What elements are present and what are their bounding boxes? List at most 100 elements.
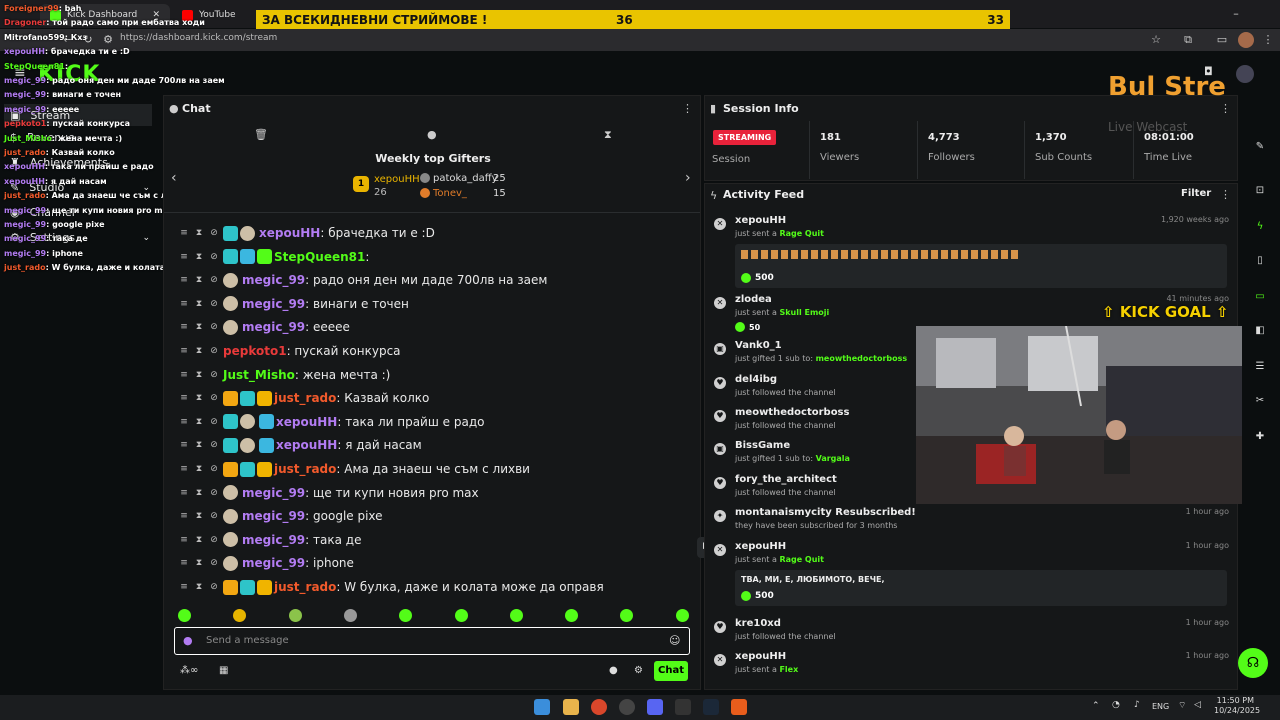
chat-message-row[interactable]: ≡ ⧗ ⊘ megic_99: винаги е точен: [178, 293, 409, 315]
site-settings-icon[interactable]: ⚙: [100, 32, 116, 48]
lightning-icon[interactable]: ϟ: [1251, 218, 1269, 236]
profile-avatar-icon[interactable]: [1238, 32, 1254, 48]
timeout-icon[interactable]: ⧗: [193, 322, 205, 332]
pin-icon[interactable]: ≡: [178, 417, 190, 427]
emote-icon[interactable]: [178, 609, 191, 622]
emote-icon[interactable]: [675, 609, 689, 622]
tray-chevron-icon[interactable]: ⌃: [1092, 701, 1100, 711]
timeout-icon[interactable]: ⧗: [193, 299, 205, 309]
pin-icon[interactable]: ≡: [178, 558, 190, 568]
ban-icon[interactable]: ⊘: [208, 582, 220, 592]
chat-username[interactable]: megic_99: [242, 297, 305, 311]
chat-message-row[interactable]: ≡ ⧗ ⊘ megic_99: радо оня ден ми даде 700лв …: [178, 269, 547, 291]
chat-message-row[interactable]: ≡ ⧗ ⊘ megic_99: eeeee: [178, 316, 350, 338]
file-explorer-icon[interactable]: [563, 699, 579, 715]
chat-username[interactable]: xepouHH: [259, 226, 320, 240]
pin-icon[interactable]: ≡: [178, 346, 190, 356]
timeout-icon[interactable]: ⧗: [193, 535, 205, 545]
chat-username[interactable]: pepkoto1: [223, 344, 287, 358]
chat-username[interactable]: megic_99: [242, 486, 305, 500]
chat-username[interactable]: xepouHH: [276, 415, 337, 429]
ban-icon[interactable]: ⊘: [208, 417, 220, 427]
timeout-icon[interactable]: ⧗: [193, 488, 205, 498]
emoji-picker-icon[interactable]: ☺: [669, 634, 680, 647]
ban-icon[interactable]: ⊘: [208, 535, 220, 545]
activity-username[interactable]: zlodea: [735, 294, 772, 305]
pin-icon[interactable]: ≡: [178, 370, 190, 380]
chat-message-row[interactable]: ≡ ⧗ ⊘ just_rado: Ама да знаеш че съм с лихв…: [178, 458, 530, 480]
pin-icon[interactable]: ≡: [178, 228, 190, 238]
chat-username[interactable]: megic_99: [242, 273, 305, 287]
ban-icon[interactable]: ⊘: [208, 511, 220, 521]
emote-icon[interactable]: [454, 609, 468, 622]
volume-icon[interactable]: ◁: [1194, 700, 1201, 710]
timeout-icon[interactable]: ⧗: [193, 275, 205, 285]
activity-username[interactable]: kre10xd: [735, 618, 781, 629]
feed-menu-icon[interactable]: ⋮: [1220, 188, 1231, 201]
ban-icon[interactable]: ⊘: [208, 488, 220, 498]
document-icon[interactable]: ▯: [1251, 252, 1269, 270]
tools-icon[interactable]: ✂: [1251, 392, 1269, 410]
pin-icon[interactable]: ≡: [178, 464, 190, 474]
clock-time[interactable]: 11:50 PM: [1214, 696, 1254, 705]
user-avatar[interactable]: [1236, 65, 1254, 83]
pin-icon[interactable]: ≡: [178, 440, 190, 450]
pin-icon[interactable]: ≡: [178, 488, 190, 498]
chat-username[interactable]: xepouHH: [276, 438, 337, 452]
chat-username[interactable]: just_rado: [274, 391, 336, 405]
pin-icon[interactable]: ≡: [178, 275, 190, 285]
pin-icon[interactable]: ≡: [178, 535, 190, 545]
pin-icon[interactable]: ≡: [178, 252, 190, 262]
chat-icon[interactable]: ▭: [1251, 288, 1269, 306]
chat-username[interactable]: megic_99: [242, 509, 305, 523]
chat-message-row[interactable]: ≡ ⧗ ⊘ just_rado: Казвай колко: [178, 387, 429, 409]
chat-message-row[interactable]: ≡ ⧗ ⊘ just_rado: W булка, даже и колата мож…: [178, 576, 604, 598]
ban-icon[interactable]: ⊘: [208, 370, 220, 380]
kicks-icon[interactable]: ⁂∞: [180, 665, 198, 676]
chevron-right-icon[interactable]: ›: [685, 170, 691, 186]
chat-username[interactable]: just_rado: [274, 580, 336, 594]
ban-icon[interactable]: ⊘: [208, 322, 220, 332]
activity-username[interactable]: xepouHH: [735, 215, 786, 226]
emote-icon[interactable]: [509, 609, 523, 622]
discord-icon[interactable]: [647, 699, 663, 715]
chat-username[interactable]: megic_99: [242, 556, 305, 570]
chrome-icon[interactable]: [591, 699, 607, 715]
activity-username[interactable]: fory_the_architect: [735, 474, 837, 485]
activity-username[interactable]: del4ibg: [735, 374, 777, 385]
language-indicator[interactable]: ENG: [1152, 702, 1169, 711]
gear-icon[interactable]: ⚙: [634, 665, 643, 676]
filter-button[interactable]: Filter: [1181, 188, 1211, 199]
microphone-icon[interactable]: ●: [183, 634, 193, 647]
activity-username[interactable]: montanaismycity Resubscribed!: [735, 507, 916, 518]
chat-message-row[interactable]: ≡ ⧗ ⊘ megic_99: ще ти купи новия pro max: [178, 482, 479, 504]
wifi-icon[interactable]: ⌔: [1178, 700, 1186, 711]
chat-message-row[interactable]: ≡ ⧗ ⊘ Just_Misho: жена мечта :): [178, 364, 390, 386]
url-field[interactable]: https://dashboard.kick.com/stream: [120, 33, 277, 43]
pin-icon[interactable]: ≡: [178, 393, 190, 403]
chat-message-row[interactable]: ≡ ⧗ ⊘ megic_99: google pixe: [178, 505, 383, 527]
ban-icon[interactable]: ⊘: [208, 393, 220, 403]
browser-menu-icon[interactable]: ⋮: [1260, 32, 1276, 48]
chevron-left-icon[interactable]: ‹: [171, 170, 177, 186]
activity-username[interactable]: BissGame: [735, 440, 790, 451]
chat-username[interactable]: StepQueen81: [274, 250, 365, 264]
slow-mode-icon[interactable]: ⧗: [604, 128, 612, 142]
chat-username[interactable]: megic_99: [242, 320, 305, 334]
chat-input[interactable]: ● Send a message ☺: [174, 627, 690, 655]
ban-icon[interactable]: ⊘: [208, 558, 220, 568]
extensions-icon[interactable]: ⧉: [1180, 32, 1196, 48]
emote-icon[interactable]: [288, 609, 302, 622]
emote-icon[interactable]: [343, 609, 357, 622]
emote-icon[interactable]: [233, 609, 247, 622]
session-icon[interactable]: ◧: [1251, 322, 1269, 340]
obs-icon[interactable]: [619, 699, 635, 715]
pencil-icon[interactable]: ✎: [1251, 138, 1269, 156]
chat-username[interactable]: megic_99: [242, 533, 305, 547]
windows-start-icon[interactable]: [534, 699, 550, 715]
chat-username[interactable]: Just_Misho: [223, 368, 295, 382]
layers-icon[interactable]: ☰: [1251, 358, 1269, 376]
puzzle-icon[interactable]: ✚: [1251, 428, 1269, 446]
terminal-icon[interactable]: [675, 699, 691, 715]
chat-message-row[interactable]: ≡ ⧗ ⊘ megic_99: iphone: [178, 552, 354, 574]
